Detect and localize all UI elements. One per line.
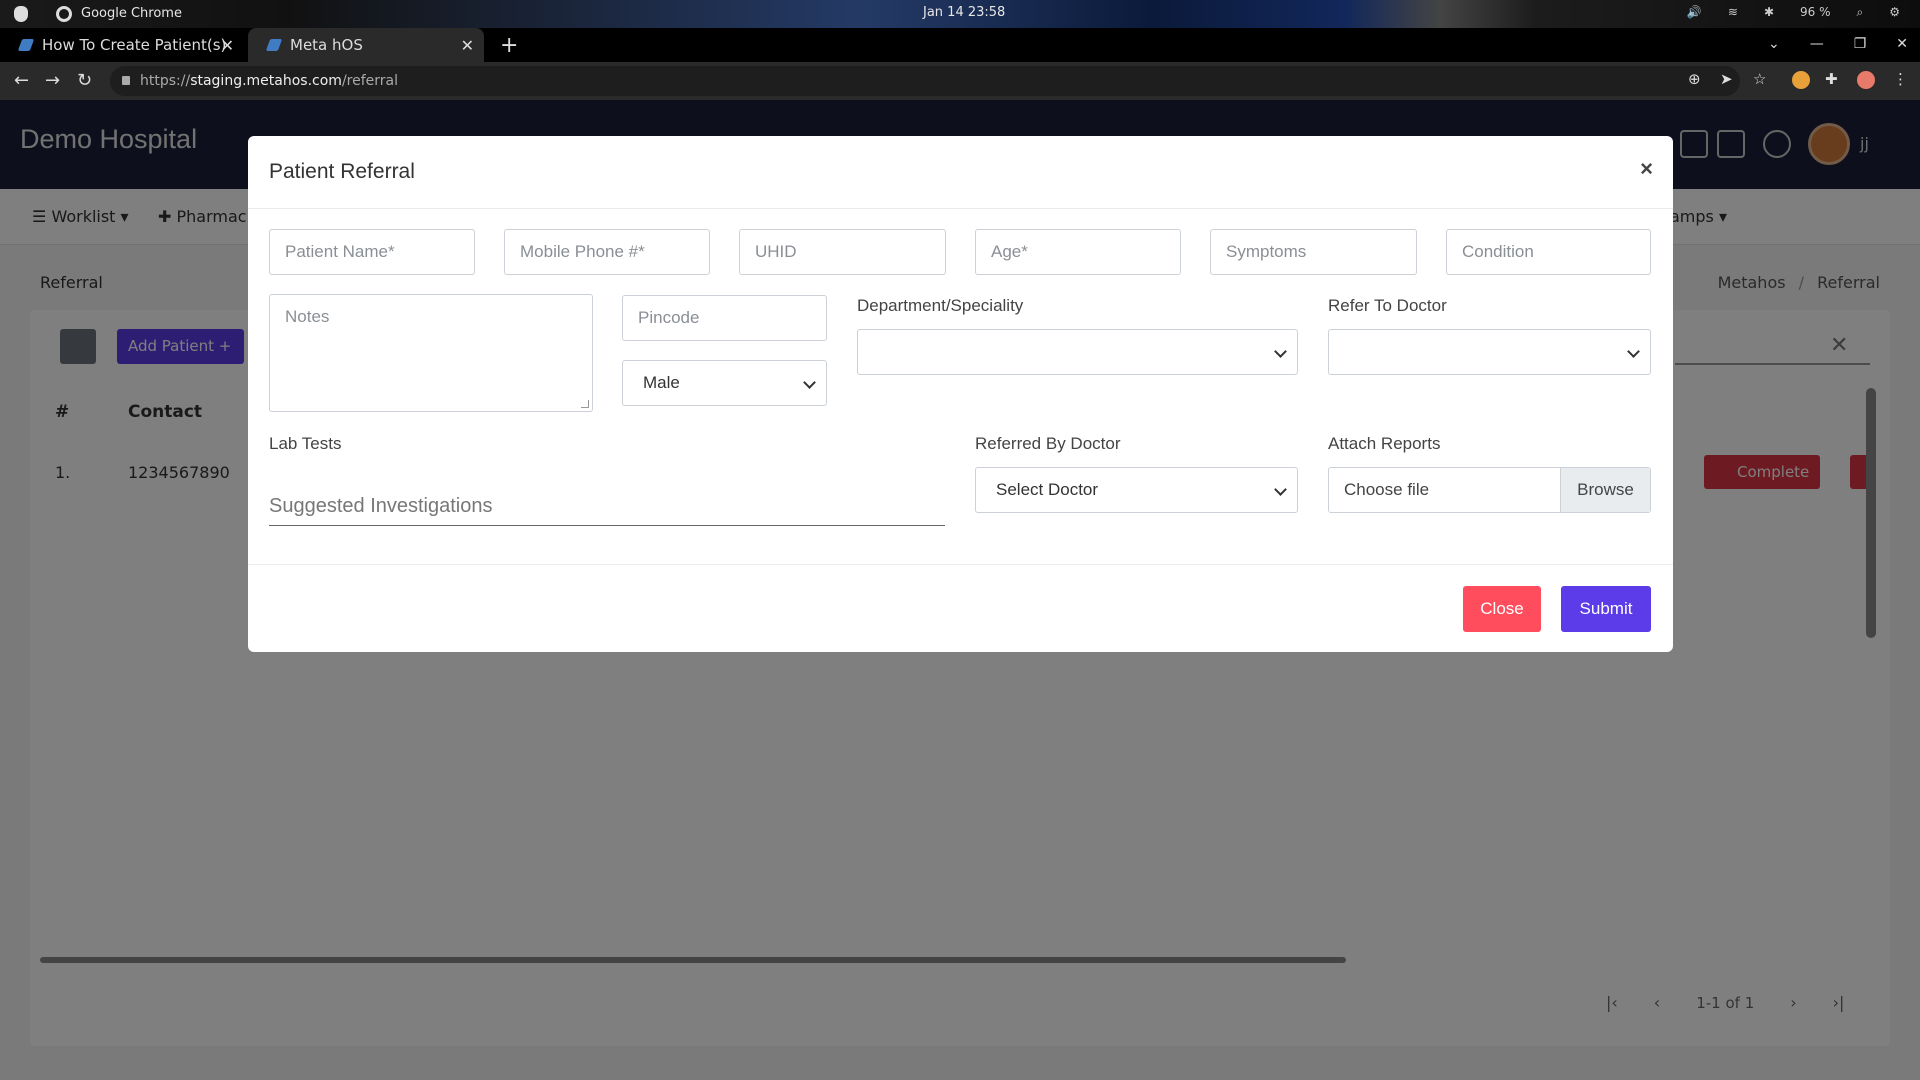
referred-by-selected-value: Select Doctor [996, 480, 1099, 499]
tab-close-icon[interactable]: ✕ [461, 36, 474, 55]
control-center-icon[interactable]: ⚙ [1889, 5, 1900, 20]
gender-selected-value: Male [643, 373, 680, 392]
browser-tab-active[interactable]: Meta hOS ✕ [248, 28, 484, 62]
window-close-icon[interactable]: ✕ [1896, 36, 1908, 52]
reload-icon[interactable]: ↻ [77, 70, 92, 91]
send-icon[interactable]: ➤ [1720, 70, 1733, 88]
submit-button[interactable]: Submit [1561, 586, 1651, 632]
browse-button[interactable]: Browse [1560, 468, 1650, 512]
notes-placeholder: Notes [285, 307, 330, 326]
url-host: staging.metahos.com [190, 73, 342, 89]
patient-name-input[interactable]: Patient Name* [269, 229, 475, 275]
tab-favicon-icon [17, 39, 35, 51]
pincode-input[interactable]: Pincode [622, 295, 827, 341]
uhid-input[interactable]: UHID [739, 229, 946, 275]
url-input[interactable]: https://staging.metahos.com/referral [110, 66, 1740, 96]
mobile-phone-input[interactable]: Mobile Phone #* [504, 229, 710, 275]
system-tray: 🔊 ≋ ✱ 96 % ⌕ ⚙ [1687, 5, 1900, 20]
patient-referral-modal: Patient Referral × Patient Name* Mobile … [248, 136, 1673, 652]
tab-close-icon[interactable]: ✕ [221, 36, 234, 55]
url-scheme: https:// [140, 73, 191, 89]
symptoms-input[interactable]: Symptoms [1210, 229, 1417, 275]
battery-level[interactable]: 96 % [1800, 5, 1831, 20]
lock-icon [122, 76, 130, 85]
window-controls: ⌄ — ❐ ✕ [1768, 36, 1908, 52]
resize-handle-icon[interactable] [581, 400, 589, 408]
chevron-down-icon [803, 376, 816, 389]
modal-header: Patient Referral × [248, 136, 1673, 209]
extensions-puzzle-icon[interactable]: ✚ [1825, 70, 1838, 88]
notes-textarea[interactable]: Notes [269, 294, 593, 412]
search-icon[interactable]: ⌕ [1857, 5, 1864, 20]
address-bar-row: ← → ↻ https://staging.metahos.com/referr… [0, 62, 1920, 100]
chrome-menu-icon[interactable]: ⋮ [1893, 70, 1908, 88]
volume-icon[interactable]: 🔊 [1687, 5, 1702, 20]
chevron-down-icon [1274, 483, 1287, 496]
browser-tab[interactable]: How To Create Patient(s) ✕ [0, 28, 244, 62]
os-top-bar: Google Chrome Jan 14 23:58 🔊 ≋ ✱ 96 % ⌕ … [0, 0, 1920, 28]
tab-favicon-icon [265, 39, 283, 51]
department-label: Department/Speciality [857, 296, 1024, 315]
bookmark-star-icon[interactable]: ☆ [1753, 70, 1766, 88]
department-select[interactable] [857, 329, 1298, 375]
minimize-icon[interactable]: — [1810, 36, 1824, 52]
bluetooth-icon[interactable]: ✱ [1764, 5, 1774, 20]
zoom-icon[interactable]: ⊕ [1688, 70, 1701, 88]
refer-to-doctor-label: Refer To Doctor [1328, 296, 1447, 315]
attach-reports-file-input[interactable]: Choose file Browse [1328, 467, 1651, 513]
gender-select[interactable]: Male [622, 360, 827, 406]
refer-to-doctor-select[interactable] [1328, 329, 1651, 375]
referred-by-doctor-label: Referred By Doctor [975, 434, 1121, 453]
condition-input[interactable]: Condition [1446, 229, 1651, 275]
lab-tests-input[interactable]: Suggested Investigations [269, 486, 945, 526]
tab-label: Meta hOS [290, 36, 363, 54]
extension-icon[interactable] [1792, 71, 1810, 89]
chrome-icon [56, 6, 72, 22]
active-app-name: Google Chrome [81, 6, 182, 21]
back-icon[interactable]: ← [14, 70, 29, 91]
attach-reports-label: Attach Reports [1328, 434, 1441, 453]
modal-title: Patient Referral [269, 160, 415, 183]
chevron-down-icon [1627, 345, 1640, 358]
new-tab-icon[interactable]: + [500, 33, 518, 58]
modal-close-icon[interactable]: × [1640, 156, 1653, 182]
tab-search-icon[interactable]: ⌄ [1768, 36, 1780, 52]
os-clock[interactable]: Jan 14 23:58 [923, 5, 1005, 20]
url-path: /referral [341, 73, 399, 89]
apple-icon[interactable] [14, 6, 28, 22]
chevron-down-icon [1274, 345, 1287, 358]
wifi-icon[interactable]: ≋ [1728, 5, 1738, 20]
file-placeholder: Choose file [1344, 480, 1430, 499]
referred-by-doctor-select[interactable]: Select Doctor [975, 467, 1298, 513]
browser-tab-bar: How To Create Patient(s) ✕ Meta hOS ✕ [0, 28, 1920, 62]
forward-icon[interactable]: → [45, 70, 60, 91]
modal-footer: Close Submit [248, 564, 1673, 652]
tab-label: How To Create Patient(s) [42, 36, 227, 54]
restore-icon[interactable]: ❐ [1854, 36, 1867, 52]
age-input[interactable]: Age* [975, 229, 1181, 275]
profile-avatar-icon[interactable] [1857, 71, 1875, 89]
lab-tests-label: Lab Tests [269, 434, 342, 453]
close-button[interactable]: Close [1463, 586, 1541, 632]
